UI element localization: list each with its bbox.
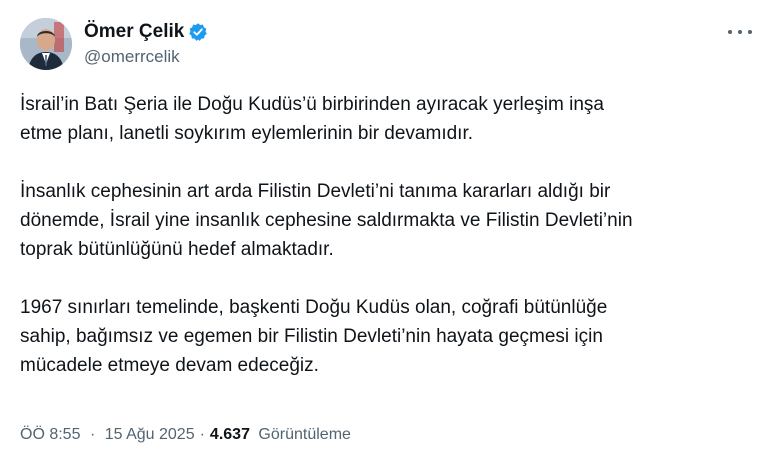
more-dot	[738, 30, 742, 34]
views-link[interactable]: 4.637 Görüntüleme	[210, 424, 351, 446]
tweet-paragraph: İsrail’in Batı Şeria ile Doğu Kudüs’ü bi…	[20, 94, 604, 144]
more-horizontal-icon[interactable]	[728, 22, 752, 42]
author-name-row[interactable]: Ömer Çelik	[84, 20, 208, 44]
views-count: 4.637	[209, 426, 250, 443]
views-label: Görüntüleme	[258, 426, 351, 443]
more-dot	[728, 30, 732, 34]
tweet-paragraph: İnsanlık cephesinin art arda Filistin De…	[20, 181, 633, 260]
tweet-date: 15 Ağu 2025	[104, 426, 195, 443]
tweet-card: Ömer Çelik @omerrcelik İsrail’in Batı Şe…	[0, 0, 770, 472]
meta-separator: ·	[89, 426, 96, 443]
tweet-meta: ÖÖ 8:55 · 15 Ağu 2025 · 4.637 Görüntülem…	[20, 424, 351, 446]
tweet-time: ÖÖ 8:55	[20, 426, 81, 443]
avatar-image	[20, 18, 72, 70]
verified-badge-icon[interactable]	[188, 22, 208, 42]
tweet-text: İsrail’in Batı Şeria ile Doğu Kudüs’ü bi…	[20, 90, 755, 409]
avatar[interactable]	[20, 18, 72, 70]
author-handle[interactable]: @omerrcelik	[84, 46, 180, 68]
tweet-timestamp-link[interactable]: ÖÖ 8:55 · 15 Ağu 2025	[20, 424, 195, 446]
author-display-name[interactable]: Ömer Çelik	[84, 20, 184, 44]
tweet-paragraph: 1967 sınırları temelinde, başkenti Doğu …	[20, 297, 608, 376]
more-dot	[748, 30, 752, 34]
meta-separator: ·	[199, 426, 205, 443]
